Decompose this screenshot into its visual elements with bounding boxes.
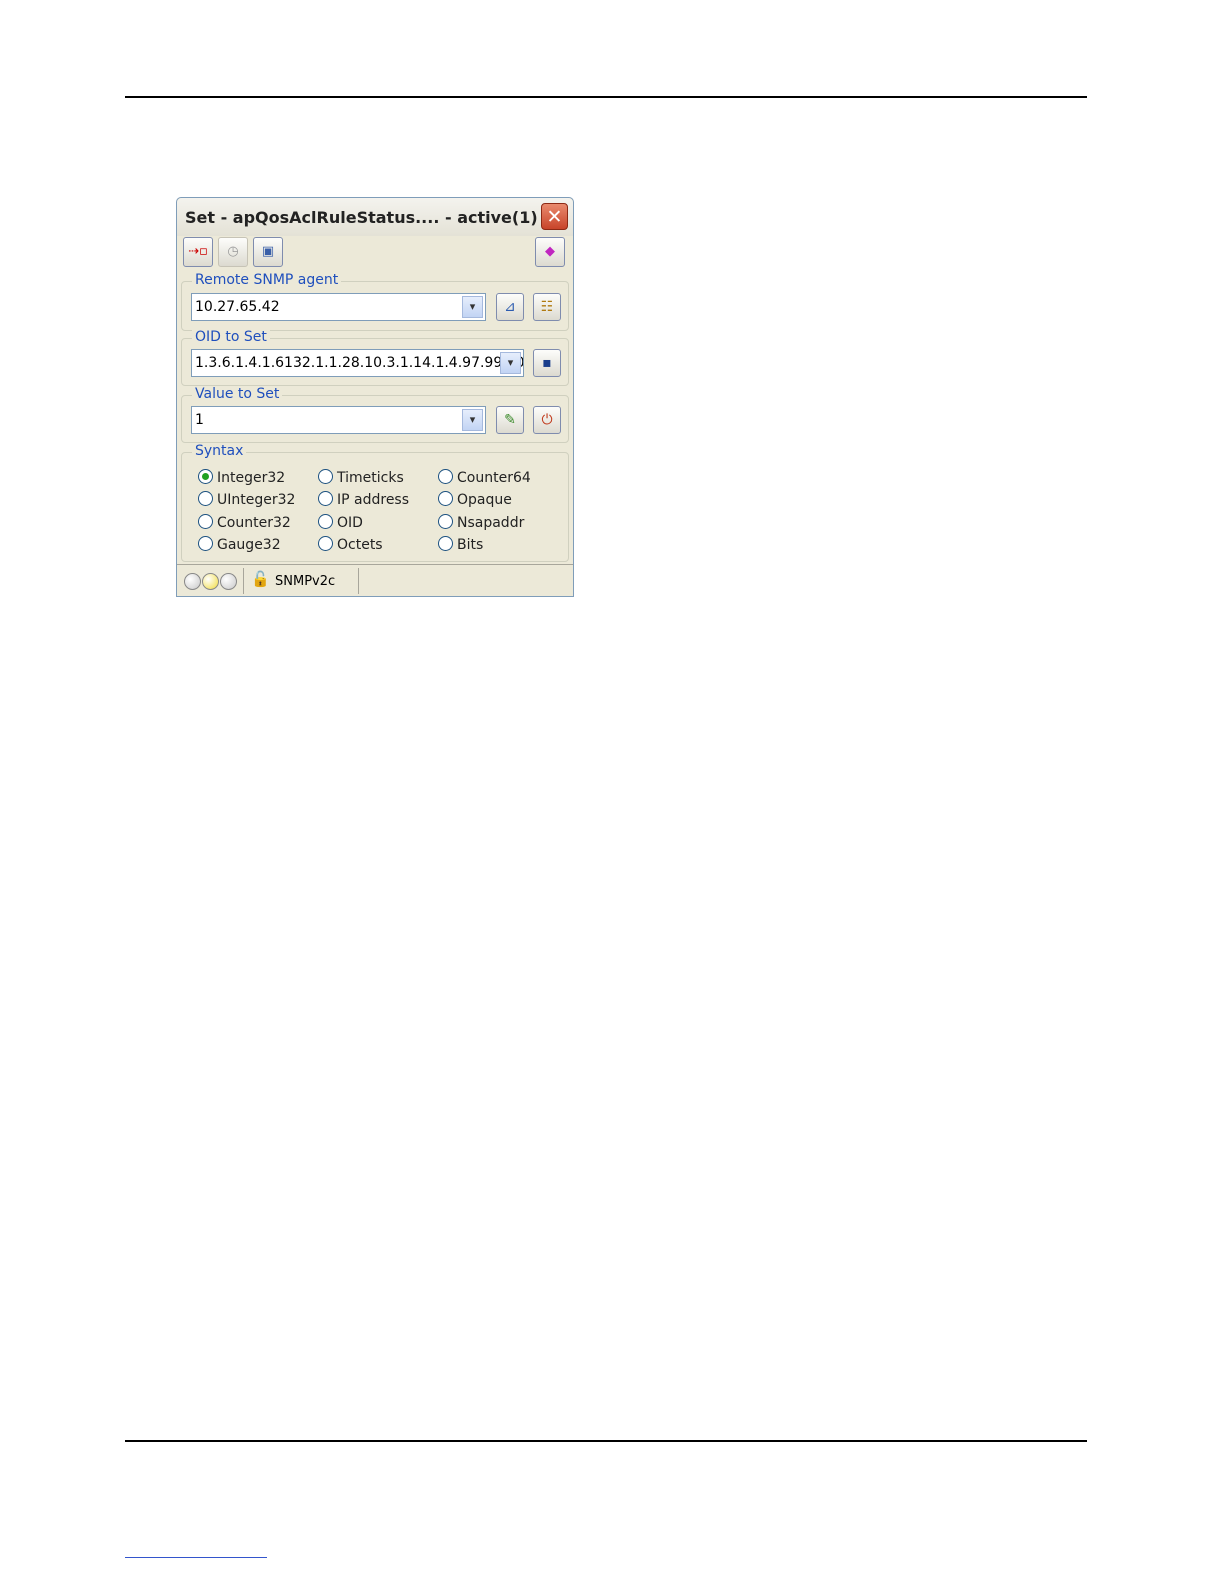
footnote-rule — [125, 1557, 267, 1558]
radio-uinteger32[interactable]: UInteger32 — [198, 491, 295, 508]
status-lamp-3 — [220, 573, 237, 590]
status-divider — [358, 568, 359, 594]
status-lamp-2 — [202, 573, 219, 590]
execute-set-icon[interactable]: ⇢▫ — [183, 237, 213, 267]
help-icon[interactable]: ◆ — [535, 237, 565, 267]
radio-selected-indicator — [198, 469, 213, 484]
radio-label: UInteger32 — [217, 492, 296, 508]
radio-opaque[interactable]: Opaque — [438, 491, 512, 508]
power-icon[interactable]: ⏻ — [533, 406, 561, 434]
radio-indicator — [318, 514, 333, 529]
radio-oid[interactable]: OID — [318, 514, 363, 531]
radio-integer32[interactable]: Integer32 — [198, 469, 285, 486]
oid-combo[interactable]: 1.3.6.1.4.1.6132.1.1.28.10.3.1.14.1.4.97… — [191, 349, 524, 377]
radio-indicator — [318, 491, 333, 506]
radio-label: OID — [337, 515, 363, 531]
radio-indicator — [198, 536, 213, 551]
toolbar: ⇢▫ ◷ ▣ ◆ — [181, 236, 569, 270]
radio-label: IP address — [337, 492, 410, 508]
snapshot-icon[interactable]: ▣ — [253, 237, 283, 267]
radio-indicator — [318, 469, 333, 484]
radio-timeticks[interactable]: Timeticks — [318, 469, 404, 486]
chevron-down-icon[interactable]: ▾ — [462, 409, 483, 431]
snmp-set-dialog: Set - apQosAclRuleStatus.... - active(1)… — [176, 197, 574, 597]
agent-properties-icon[interactable]: ⊿ — [496, 293, 524, 321]
status-divider — [243, 568, 244, 594]
radio-counter32[interactable]: Counter32 — [198, 514, 291, 531]
page-footer-rule — [125, 1440, 1087, 1442]
radio-indicator — [438, 514, 453, 529]
agent-tree-icon[interactable]: ☷ — [533, 293, 561, 321]
value-group: Value to Set 1 ▾ ✎ ⏻ — [181, 386, 569, 443]
radio-octets[interactable]: Octets — [318, 536, 383, 553]
radio-label: Integer32 — [217, 470, 286, 486]
window-title: Set - apQosAclRuleStatus.... - active(1) — [185, 208, 538, 227]
syntax-group: Syntax Integer32 UInteger32 Counter32 Ga… — [181, 443, 569, 562]
chevron-down-icon[interactable]: ▾ — [462, 296, 483, 318]
chevron-down-icon[interactable]: ▾ — [500, 352, 521, 374]
radio-label: Opaque — [457, 492, 512, 508]
radio-indicator — [318, 536, 333, 551]
radio-nsapaddr[interactable]: Nsapaddr — [438, 514, 524, 531]
radio-gauge32[interactable]: Gauge32 — [198, 536, 281, 553]
status-lamp-1 — [184, 573, 201, 590]
remote-agent-label: Remote SNMP agent — [192, 272, 342, 288]
radio-label: Timeticks — [337, 470, 404, 486]
oid-value: 1.3.6.1.4.1.6132.1.1.28.10.3.1.14.1.4.97… — [195, 355, 524, 371]
radio-indicator — [438, 491, 453, 506]
title-bar[interactable]: Set - apQosAclRuleStatus.... - active(1)… — [177, 198, 573, 236]
radio-label: Bits — [457, 537, 484, 553]
radio-bits[interactable]: Bits — [438, 536, 483, 553]
value-label: Value to Set — [192, 386, 283, 402]
radio-label: Counter32 — [217, 515, 291, 531]
protocol-label: SNMPv2c — [275, 574, 336, 589]
lock-icon: 🔓 — [251, 570, 270, 588]
radio-indicator — [438, 469, 453, 484]
status-bar: 🔓 SNMPv2c — [177, 564, 573, 597]
radio-label: Nsapaddr — [457, 515, 525, 531]
radio-indicator — [198, 514, 213, 529]
oid-browse-icon[interactable]: ▪ — [533, 349, 561, 377]
radio-indicator — [198, 491, 213, 506]
page-header-rule — [125, 96, 1087, 98]
value-combo[interactable]: 1 ▾ — [191, 406, 486, 434]
radio-indicator — [438, 536, 453, 551]
close-icon[interactable]: ✕ — [541, 203, 568, 230]
radio-ip-address[interactable]: IP address — [318, 491, 409, 508]
radio-label: Gauge32 — [217, 537, 281, 553]
clock-icon[interactable]: ◷ — [218, 237, 248, 267]
remote-agent-value: 10.27.65.42 — [195, 299, 280, 315]
radio-label: Counter64 — [457, 470, 531, 486]
radio-label: Octets — [337, 537, 383, 553]
remote-agent-combo[interactable]: 10.27.65.42 ▾ — [191, 293, 486, 321]
syntax-label: Syntax — [192, 443, 247, 459]
remote-agent-group: Remote SNMP agent 10.27.65.42 ▾ ⊿ ☷ — [181, 272, 569, 331]
oid-group: OID to Set 1.3.6.1.4.1.6132.1.1.28.10.3.… — [181, 329, 569, 386]
oid-label: OID to Set — [192, 329, 270, 345]
edit-value-icon[interactable]: ✎ — [496, 406, 524, 434]
value-input: 1 — [195, 412, 204, 428]
radio-counter64[interactable]: Counter64 — [438, 469, 531, 486]
